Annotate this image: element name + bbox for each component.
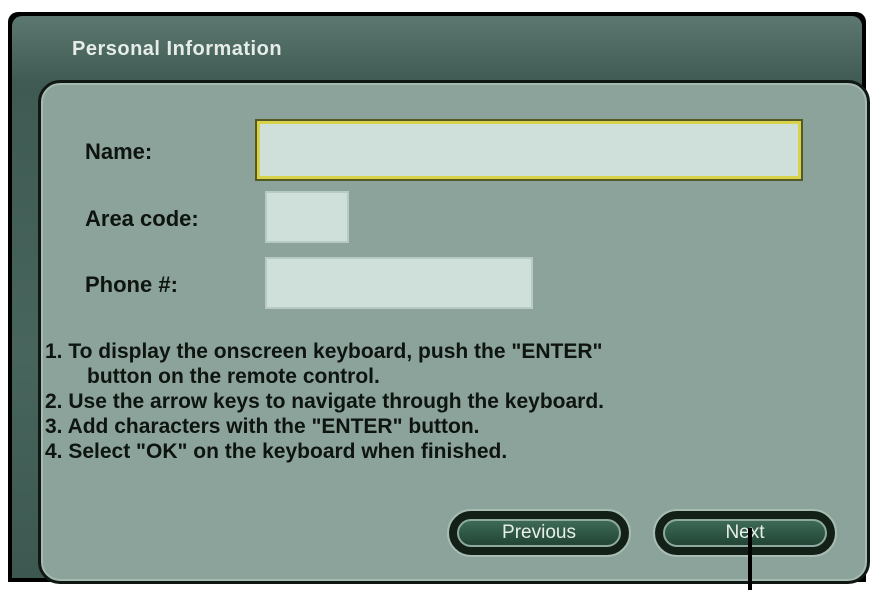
instruction-line: 4. Select "OK" on the keyboard when fini… (45, 440, 508, 463)
area-code-field[interactable] (265, 191, 349, 243)
name-field[interactable] (257, 121, 801, 179)
instruction-line: button on the remote control. (87, 365, 380, 388)
instruction-line: 3. Add characters with the "ENTER" butto… (45, 415, 480, 438)
previous-button-label: Previous (457, 519, 621, 547)
form-panel: Name: Area code: Phone #: 1. To display … (38, 80, 870, 584)
next-button[interactable]: Next (653, 509, 837, 557)
instructions-list: 1. To display the onscreen keyboard, pus… (45, 339, 865, 464)
next-button-label: Next (663, 519, 827, 547)
phone-label: Phone #: (85, 272, 178, 297)
instruction-line: 2. Use the arrow keys to navigate throug… (45, 390, 604, 413)
dialog-title: Personal Information (72, 38, 283, 60)
callout-pointer-line (748, 528, 752, 590)
personal-information-dialog: Personal Information Name: Area code: Ph… (8, 12, 870, 584)
previous-button[interactable]: Previous (447, 509, 631, 557)
area-code-label: Area code: (85, 206, 199, 231)
instruction-line: 1. To display the onscreen keyboard, pus… (45, 340, 603, 363)
phone-field[interactable] (265, 257, 533, 309)
name-label: Name: (85, 139, 153, 164)
dialog-frame: Personal Information Name: Area code: Ph… (12, 16, 870, 584)
